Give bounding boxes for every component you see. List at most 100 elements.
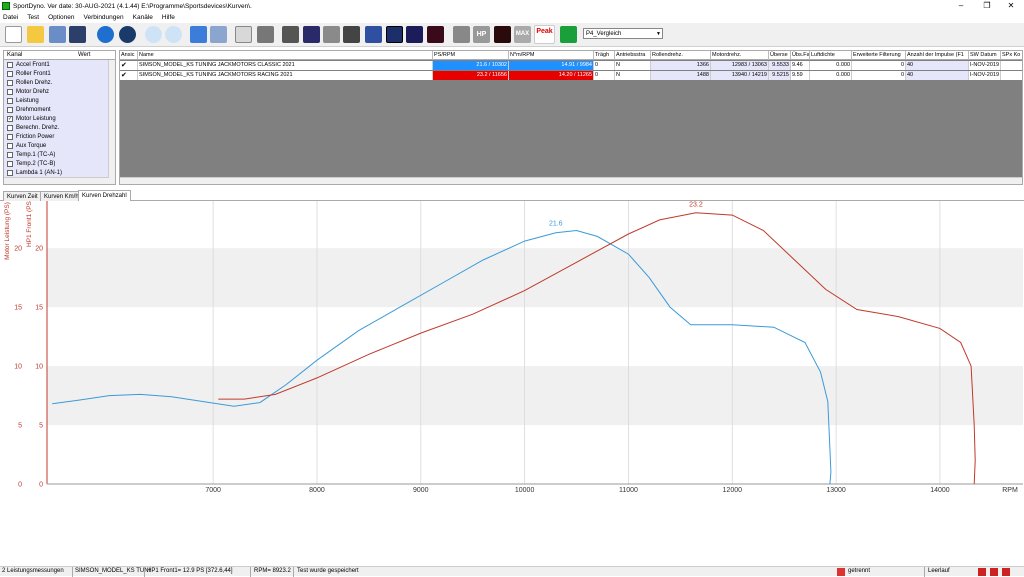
- channel-hscrollbar[interactable]: [4, 177, 109, 184]
- table-header-cell[interactable]: Luftdichte: [810, 51, 852, 60]
- table-header-cell[interactable]: Erweiterte Filterung: [852, 51, 906, 60]
- channel-item[interactable]: Berechn. Drehz.: [4, 123, 115, 132]
- hp-icon[interactable]: HP: [473, 26, 490, 43]
- menu-datei[interactable]: Datei: [3, 14, 18, 21]
- channel-item[interactable]: Lambda 1 (AN-1): [4, 168, 115, 177]
- tree-icon[interactable]: [49, 26, 66, 43]
- table-header-cell[interactable]: Ansic: [120, 51, 138, 60]
- x-tick-label: 9000: [413, 487, 429, 494]
- table-header-cell[interactable]: SW Datum: [969, 51, 1001, 60]
- table-header-cell[interactable]: N*m/RPM: [509, 51, 594, 60]
- channel-item[interactable]: Aux Torque: [4, 141, 115, 150]
- table-cell-rollen: 1366: [651, 61, 711, 70]
- menu-test[interactable]: Test: [27, 14, 39, 21]
- menu-hilfe[interactable]: Hilfe: [162, 14, 175, 21]
- table-row[interactable]: ✔ SIMSON_MODEL_KS TUNING JACKMOTORS CLASS…: [120, 61, 1022, 70]
- chart2-icon[interactable]: [406, 26, 423, 43]
- menu-verbindungen[interactable]: Verbindungen: [84, 14, 124, 21]
- zoom-out-icon[interactable]: [165, 26, 182, 43]
- channel-checkbox[interactable]: [7, 151, 13, 158]
- play-icon[interactable]: [97, 26, 114, 43]
- channel-item[interactable]: Temp.1 (TC-A): [4, 150, 115, 159]
- status-connection: getrennt: [848, 568, 871, 574]
- channel-checkbox[interactable]: [7, 70, 13, 77]
- channel-scrollbar[interactable]: [108, 60, 115, 184]
- channel-label: Lambda 1 (AN-1): [16, 169, 63, 176]
- cut-icon[interactable]: [210, 26, 227, 43]
- warning-icon[interactable]: [365, 26, 382, 43]
- curve-icon[interactable]: [494, 26, 511, 43]
- channel-item[interactable]: Rollen Drehz.: [4, 78, 115, 87]
- table-header-cell[interactable]: Antriebsstra: [615, 51, 651, 60]
- close-button[interactable]: ✕: [998, 0, 1024, 12]
- max-icon[interactable]: MAX: [514, 26, 531, 43]
- table-row[interactable]: ✔ SIMSON_MODEL_KS TUNING JACKMOTORS RACIN…: [120, 71, 1022, 80]
- table-hscrollbar[interactable]: [120, 177, 1022, 184]
- channel-checkbox[interactable]: ✓: [7, 115, 13, 122]
- table-header-cell[interactable]: Übs.Fa: [791, 51, 810, 60]
- save-icon[interactable]: [69, 26, 86, 43]
- status-bar: 2 Leistungsmessungen SIMSON_MODEL_KS TUN…: [0, 566, 1024, 577]
- channel-checkbox[interactable]: [7, 169, 13, 176]
- refresh-icon[interactable]: [190, 26, 207, 43]
- table-header-cell[interactable]: Motordrehz.: [711, 51, 769, 60]
- col-wert[interactable]: Wert: [78, 52, 91, 58]
- col-kanal[interactable]: Kanal: [7, 52, 22, 58]
- channel-item[interactable]: Temp.2 (TC-B): [4, 159, 115, 168]
- channel-checkbox[interactable]: [7, 79, 13, 86]
- monitor-icon[interactable]: [343, 26, 360, 43]
- settings-icon[interactable]: [323, 26, 340, 43]
- print-icon[interactable]: [257, 26, 274, 43]
- menu-kanaele[interactable]: Kanäle: [133, 14, 153, 21]
- channel-checkbox[interactable]: [7, 106, 13, 113]
- table-header-cell[interactable]: Name: [138, 51, 433, 60]
- minimize-button[interactable]: –: [948, 0, 974, 12]
- profile-select[interactable]: P4_Vergleich ▼: [583, 28, 663, 39]
- status-icon-2[interactable]: [990, 568, 998, 576]
- channel-checkbox[interactable]: [7, 133, 13, 140]
- record-icon[interactable]: [119, 26, 136, 43]
- channel-checkbox[interactable]: [7, 160, 13, 167]
- channel-item[interactable]: Drehmoment: [4, 105, 115, 114]
- chart3-icon[interactable]: [427, 26, 444, 43]
- channel-checkbox[interactable]: [7, 124, 13, 131]
- chevron-down-icon[interactable]: ▼: [656, 29, 661, 39]
- table-header-cell[interactable]: SPx Ko: [1001, 51, 1022, 60]
- table-header-cell[interactable]: PS/RPM: [433, 51, 509, 60]
- table-cell-sw: I-NOV-2019: [970, 71, 1001, 80]
- channel-checkbox[interactable]: [7, 61, 13, 68]
- tab-kurven-drehzahl[interactable]: Kurven Drehzahl: [78, 190, 131, 201]
- status-icon-3[interactable]: [1002, 568, 1010, 576]
- table-cell-name: SIMSON_MODEL_KS TUNING JACKMOTORS RACING…: [138, 71, 433, 80]
- channel-item[interactable]: Accel Front1: [4, 60, 115, 69]
- peak-icon[interactable]: Peak: [534, 25, 555, 44]
- green-curve-icon[interactable]: [560, 26, 577, 43]
- table-header-cell[interactable]: Überse: [769, 51, 791, 60]
- channel-item[interactable]: ✓ Motor Leistung: [4, 114, 115, 123]
- graph-icon[interactable]: [303, 26, 320, 43]
- zoom-in-icon[interactable]: [145, 26, 162, 43]
- y2-tick-label: 0: [39, 482, 43, 489]
- status-icon-1[interactable]: [978, 568, 986, 576]
- channel-item[interactable]: Friction Power: [4, 132, 115, 141]
- channel-checkbox[interactable]: [7, 88, 13, 95]
- channel-item[interactable]: Roller Front1: [4, 69, 115, 78]
- channel-checkbox[interactable]: [7, 142, 13, 149]
- maximize-button[interactable]: ❐: [974, 0, 1000, 12]
- channel-item[interactable]: Leistung: [4, 96, 115, 105]
- tools-icon[interactable]: [282, 26, 299, 43]
- channel-item[interactable]: Motor Drehz: [4, 87, 115, 96]
- blank-icon[interactable]: [453, 26, 470, 43]
- rpm-chart[interactable]: 7000 8000 9000 10000 11000 12000 13000 14000 RPM…: [0, 201, 1024, 565]
- table-header-cell[interactable]: Rollendrehz.: [651, 51, 711, 60]
- tab-kurven-zeit[interactable]: Kurven Zeit: [3, 191, 42, 201]
- copy-icon[interactable]: [235, 26, 252, 43]
- new-icon[interactable]: [5, 26, 22, 43]
- menu-optionen[interactable]: Optionen: [48, 14, 74, 21]
- open-icon[interactable]: [27, 26, 44, 43]
- chart1-icon[interactable]: [386, 26, 403, 43]
- channel-checkbox[interactable]: [7, 97, 13, 104]
- table-header-cell[interactable]: Anzahl der Impulse (F1: [906, 51, 969, 60]
- table-header-cell[interactable]: Trägh: [594, 51, 615, 60]
- tab-kurven-kmh[interactable]: Kurven Km/h: [40, 191, 83, 201]
